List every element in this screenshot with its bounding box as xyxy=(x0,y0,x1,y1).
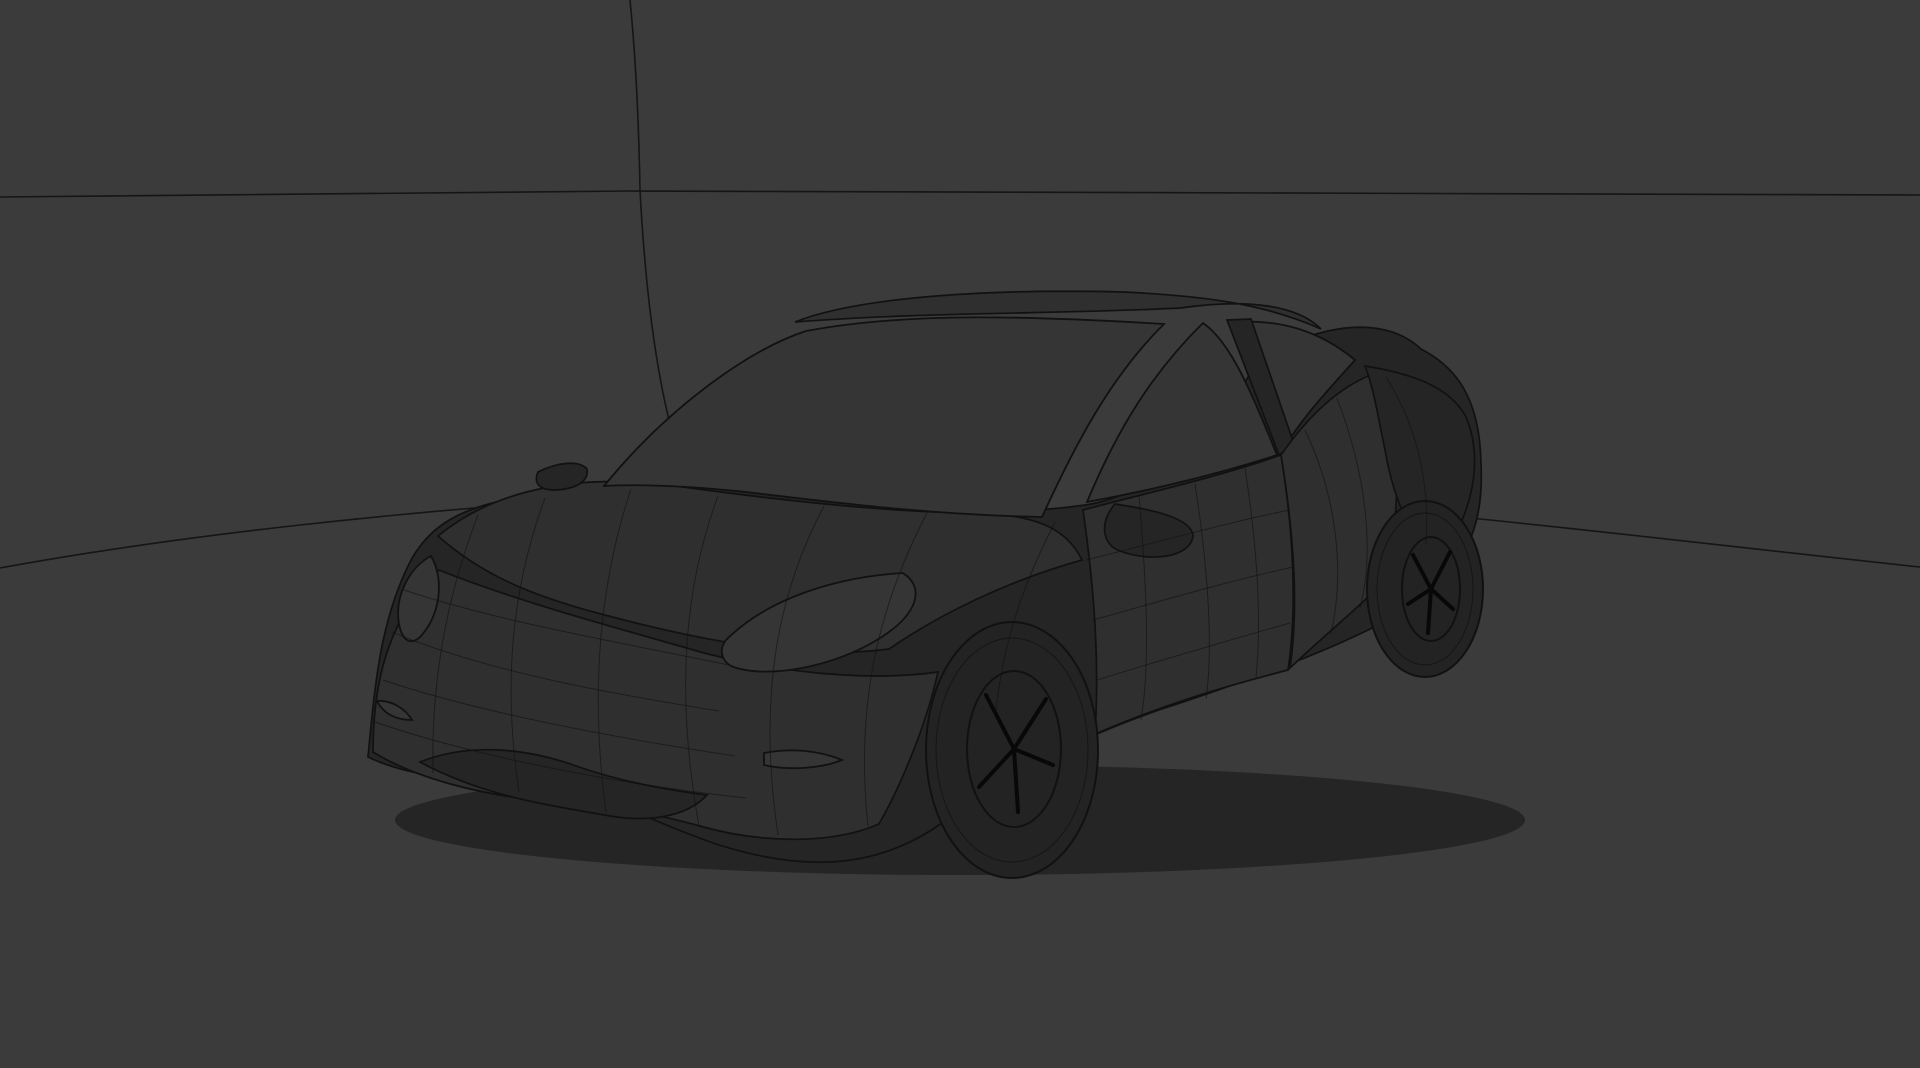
windshield-glass[interactable] xyxy=(602,316,1167,518)
floor-guide-right xyxy=(1439,514,1920,568)
front-wheel[interactable] xyxy=(925,621,1099,879)
rear-wheel[interactable] xyxy=(1366,500,1484,678)
car-wireframe[interactable] xyxy=(367,290,1525,879)
vertical-guide-line xyxy=(629,0,670,421)
horizon-guide-line xyxy=(0,190,1920,198)
3d-viewport[interactable] xyxy=(0,0,1920,1068)
wireframe-scene[interactable] xyxy=(0,0,1920,1068)
